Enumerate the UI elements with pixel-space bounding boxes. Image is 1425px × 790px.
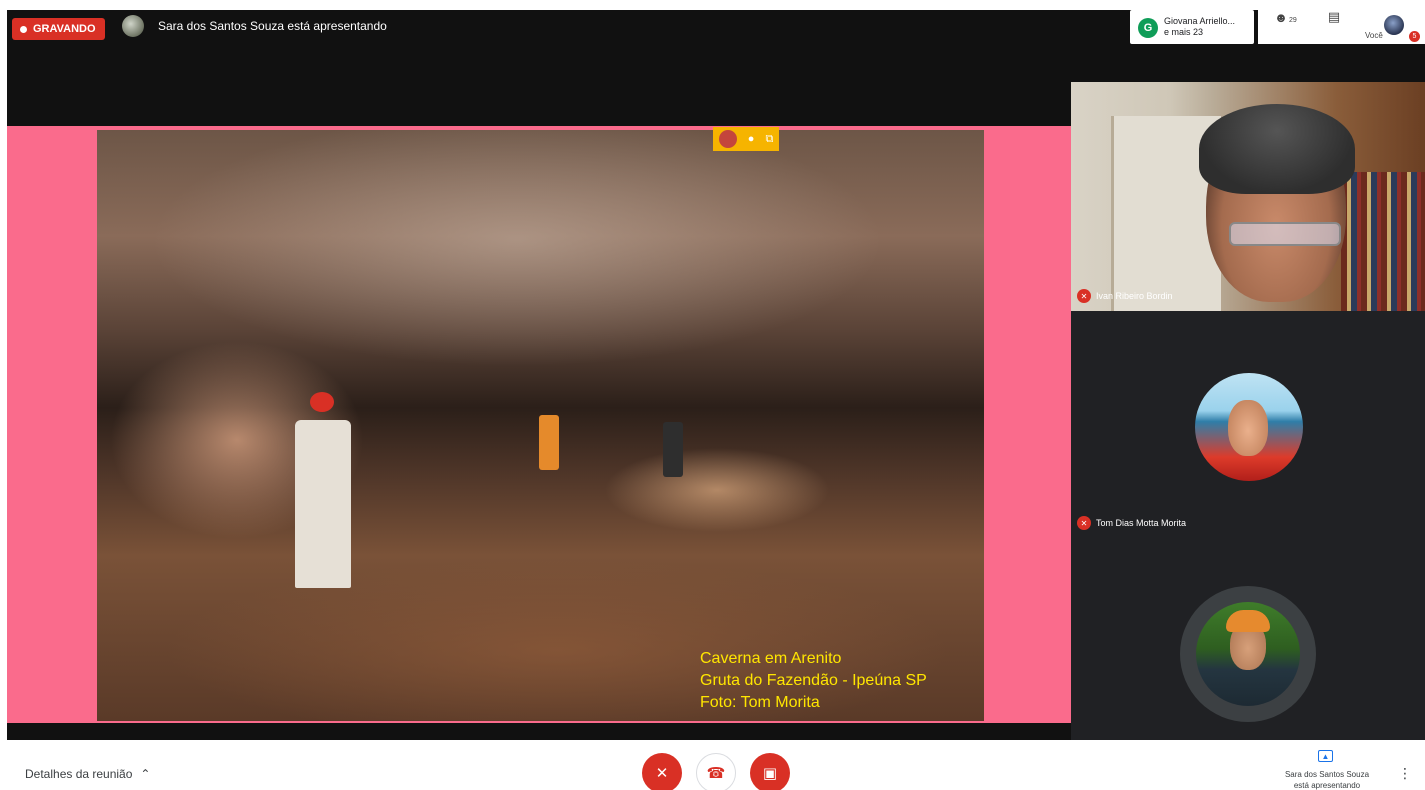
participant-hair: [1199, 104, 1355, 194]
recording-label: GRAVANDO: [33, 23, 96, 35]
caver-figure-small: [663, 422, 683, 477]
self-avatar[interactable]: [1384, 15, 1404, 35]
background-bookshelf: [1341, 172, 1425, 311]
stage-bottom-strip: [7, 723, 1071, 740]
caption-line: Caverna em Arenito: [700, 650, 842, 667]
recording-dot-icon: [20, 25, 27, 33]
participant-avatar: G: [1138, 18, 1158, 38]
tile-label: ✕ Ivan Ribeiro Bordin: [1077, 289, 1173, 303]
cave-wall: [97, 320, 427, 580]
camera-off-icon: ▣: [762, 765, 778, 782]
caver-figure: [295, 420, 351, 588]
people-count: 29: [1289, 17, 1297, 24]
stage-top-strip: [7, 44, 1071, 126]
notification-badge: 5: [1409, 31, 1420, 42]
presenting-status[interactable]: Sara dos Santos Souza está apresentando: [1262, 769, 1392, 790]
you-label: Você: [1365, 31, 1383, 40]
tile-name: Ivan Ribeiro Bordin: [1096, 291, 1173, 301]
presenting-label: está apresentando: [1293, 781, 1361, 790]
recording-badge: GRAVANDO: [12, 18, 105, 40]
caption-line: Foto: Tom Morita: [700, 694, 820, 711]
participant-glasses: [1229, 222, 1341, 246]
chevron-up-icon: ⌃: [140, 767, 151, 781]
tile-name: Tom Dias Motta Morita: [1096, 518, 1187, 528]
panel-top-strip: [1071, 44, 1425, 82]
presenting-name: Sara dos Santos Souza: [1284, 770, 1370, 779]
presented-slide-photo: [97, 130, 984, 721]
present-icon[interactable]: ▲: [1318, 750, 1333, 762]
meeting-details-label: Detalhes da reunião: [25, 767, 133, 781]
participant-tile-video[interactable]: [1071, 82, 1425, 311]
phone-hangup-icon: ☎: [706, 765, 726, 782]
participants-more: e mais 23: [1164, 27, 1204, 37]
slide-presenter-avatar: [718, 130, 737, 148]
mic-off-icon: ✕: [655, 765, 669, 782]
slide-caption: Caverna em Arenito Gruta do Fazendão - I…: [700, 648, 927, 714]
leave-call-button[interactable]: ☎: [696, 753, 736, 790]
participant-helmet: [1226, 610, 1270, 632]
layout-icon[interactable]: ⧉: [766, 133, 774, 146]
slide-toolbar: ● ⧉: [713, 127, 779, 151]
presenter-status: Sara dos Santos Souza está apresentando: [158, 19, 387, 33]
mic-off-icon: ✕: [1077, 516, 1091, 530]
mic-toggle-button[interactable]: ✕: [642, 753, 682, 790]
caver-helmet: [310, 392, 334, 412]
presenter-avatar: [122, 15, 144, 37]
people-icon[interactable]: ☻: [1272, 8, 1290, 26]
camera-toggle-button[interactable]: ▣: [750, 753, 790, 790]
meet-window: GRAVANDO Sara dos Santos Souza está apre…: [0, 0, 1425, 740]
participant-name: Giovana Arriello...: [1164, 16, 1236, 26]
more-options-icon[interactable]: ⋮: [1398, 765, 1412, 782]
meeting-details-button[interactable]: Detalhes da reunião ⌃: [25, 767, 150, 781]
caption-line: Gruta do Fazendão - Ipeúna SP: [700, 672, 927, 689]
chat-icon[interactable]: ▤: [1325, 8, 1343, 26]
participant-face: [1228, 400, 1268, 456]
mic-off-icon: ✕: [1077, 289, 1091, 303]
caver-figure-small: [539, 415, 559, 470]
tile-label: ✕ Tom Dias Motta Morita: [1077, 516, 1186, 530]
participants-chip[interactable]: G Giovana Arriello... e mais 23: [1130, 10, 1254, 44]
pin-icon[interactable]: ●: [748, 133, 755, 145]
